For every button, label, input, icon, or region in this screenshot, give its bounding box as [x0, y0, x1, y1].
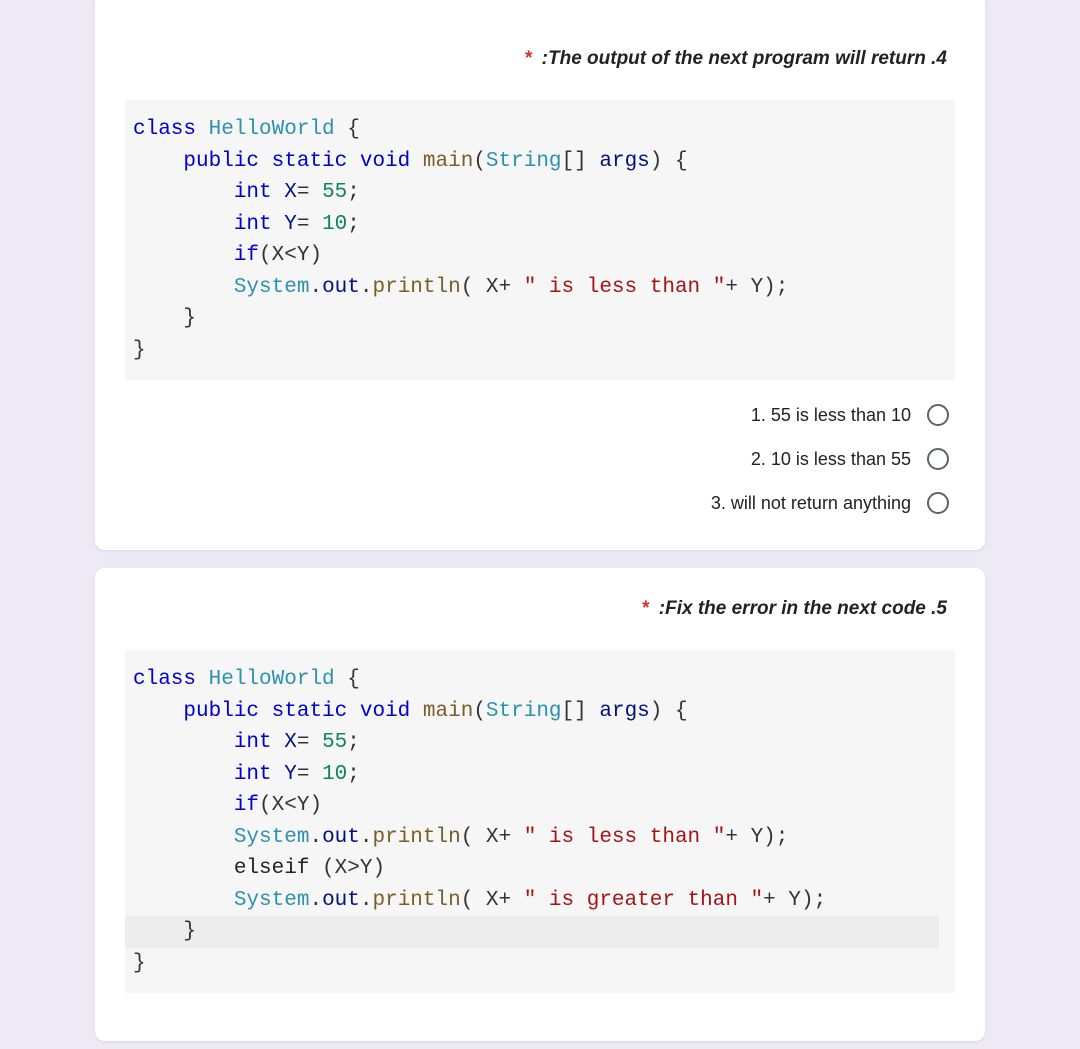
question-5-code-block: class HelloWorld { public static void ma… — [125, 650, 955, 993]
t: ) { — [650, 150, 688, 173]
t: [] — [562, 150, 600, 173]
question-5-title: * :Fix the error in the next code .5 — [125, 598, 947, 620]
lit-10: 10 — [322, 213, 347, 236]
kw-void: void — [360, 700, 410, 723]
t: ) { — [650, 700, 688, 723]
kw-int: int — [234, 731, 272, 754]
t: . — [360, 276, 373, 299]
t: = — [297, 763, 322, 786]
brace-close: } — [183, 307, 196, 330]
cls-system: System — [234, 276, 310, 299]
t: ( — [473, 150, 486, 173]
field-out: out — [322, 826, 360, 849]
kw-int: int — [234, 213, 272, 236]
kw-void: void — [360, 150, 410, 173]
fn-println: println — [372, 826, 460, 849]
cls-system: System — [234, 889, 310, 912]
t: [] — [562, 700, 600, 723]
class-name: HelloWorld — [209, 118, 335, 141]
question-card-5: * :Fix the error in the next code .5 cla… — [95, 568, 985, 1041]
kw-class: class — [133, 668, 196, 691]
option-1[interactable]: 1. 55 is less than 10 — [751, 404, 949, 426]
cond: (X<Y) — [259, 794, 322, 817]
type-string: String — [486, 700, 562, 723]
var-y: Y — [272, 763, 297, 786]
brace-open: { — [335, 118, 360, 141]
cls-system: System — [234, 826, 310, 849]
t: + Y); — [763, 889, 826, 912]
option-2[interactable]: 2. 10 is less than 55 — [751, 448, 949, 470]
option-3[interactable]: 3. will not return anything — [711, 492, 949, 514]
radio-icon — [927, 404, 949, 426]
t: ( X+ — [461, 276, 524, 299]
var-x: X — [272, 181, 297, 204]
t: ( — [473, 700, 486, 723]
brace-close: } — [133, 952, 146, 975]
str-less: " is less than " — [524, 826, 726, 849]
t: ; — [347, 213, 360, 236]
fn-println: println — [372, 276, 460, 299]
t: + Y); — [725, 276, 788, 299]
t: ; — [347, 763, 360, 786]
lit-55: 55 — [322, 731, 347, 754]
str-less: " is less than " — [524, 276, 726, 299]
highlighted-line: } — [125, 916, 939, 948]
t: = — [297, 731, 322, 754]
option-3-label: 3. will not return anything — [711, 493, 911, 514]
var-x: X — [272, 731, 297, 754]
t: . — [309, 276, 322, 299]
t: = — [297, 213, 322, 236]
option-2-label: 2. 10 is less than 55 — [751, 449, 911, 470]
t: ; — [347, 181, 360, 204]
t: . — [360, 826, 373, 849]
var-y: Y — [272, 213, 297, 236]
brace-open: { — [335, 668, 360, 691]
str-greater: " is greater than " — [524, 889, 763, 912]
fn-println: println — [372, 889, 460, 912]
required-asterisk: * — [642, 598, 649, 619]
t: . — [309, 889, 322, 912]
field-out: out — [322, 889, 360, 912]
arg-args: args — [599, 700, 649, 723]
kw-if: if — [234, 244, 259, 267]
lit-55: 55 — [322, 181, 347, 204]
t: + Y); — [725, 826, 788, 849]
question-4-title: * :The output of the next program will r… — [125, 48, 947, 70]
kw-int: int — [234, 763, 272, 786]
t: ( X+ — [461, 889, 524, 912]
t: . — [309, 826, 322, 849]
t: ; — [347, 731, 360, 754]
brace-close: } — [183, 920, 196, 943]
t: . — [360, 889, 373, 912]
cond: (X>Y) — [309, 857, 385, 880]
class-name: HelloWorld — [209, 668, 335, 691]
question-5-prompt: :Fix the error in the next code .5 — [659, 598, 947, 619]
question-4-options: 1. 55 is less than 10 2. 10 is less than… — [125, 398, 955, 520]
kw-class: class — [133, 118, 196, 141]
arg-args: args — [599, 150, 649, 173]
kw-if: if — [234, 794, 259, 817]
kw-public-static: public static — [183, 150, 347, 173]
t: ( X+ — [461, 826, 524, 849]
fn-main: main — [423, 700, 473, 723]
option-1-label: 1. 55 is less than 10 — [751, 405, 911, 426]
brace-close: } — [133, 339, 146, 362]
question-4-code-block: class HelloWorld { public static void ma… — [125, 100, 955, 380]
cond: (X<Y) — [259, 244, 322, 267]
radio-icon — [927, 492, 949, 514]
radio-icon — [927, 448, 949, 470]
type-string: String — [486, 150, 562, 173]
kw-elseif: elseif — [234, 857, 310, 880]
question-card-4: * :The output of the next program will r… — [95, 0, 985, 550]
question-4-prompt: :The output of the next program will ret… — [542, 48, 947, 69]
kw-public-static: public static — [183, 700, 347, 723]
fn-main: main — [423, 150, 473, 173]
lit-10: 10 — [322, 763, 347, 786]
kw-int: int — [234, 181, 272, 204]
t: = — [297, 181, 322, 204]
field-out: out — [322, 276, 360, 299]
required-asterisk: * — [525, 48, 532, 69]
